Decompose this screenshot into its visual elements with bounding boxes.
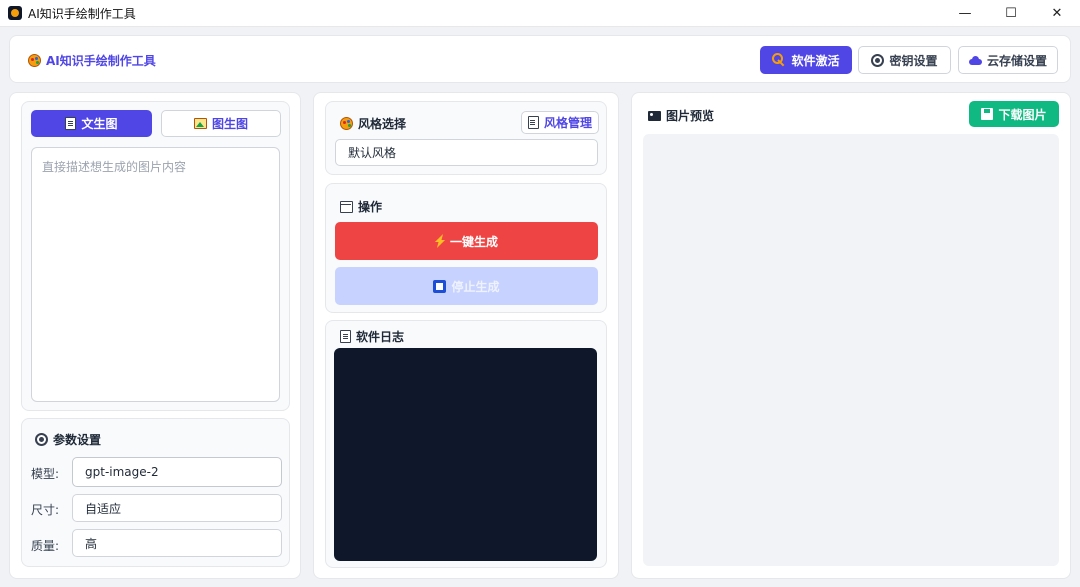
style-title: 风格选择 xyxy=(340,115,406,132)
model-select[interactable]: gpt-image-2 xyxy=(72,457,282,487)
header-title: AI知识手绘制作工具 xyxy=(28,52,156,69)
minimize-button[interactable]: — xyxy=(942,0,988,27)
key-icon xyxy=(772,53,786,67)
prompt-input[interactable] xyxy=(31,147,280,402)
style-title-text: 风格选择 xyxy=(358,117,407,131)
palette-icon xyxy=(340,117,353,130)
log-output[interactable] xyxy=(334,348,597,561)
document-icon xyxy=(527,116,539,129)
stop-icon xyxy=(433,279,447,293)
cloud-settings-button[interactable]: 云存储设置 xyxy=(958,46,1058,74)
title-bar: AI知识手绘制作工具 — ☐ ✕ xyxy=(0,0,1080,27)
tab-text-to-image-label: 文生图 xyxy=(81,117,118,131)
params-title: 参数设置 xyxy=(35,431,101,448)
activate-button[interactable]: 软件激活 xyxy=(760,46,852,74)
clapperboard-icon xyxy=(340,200,353,213)
quality-select[interactable]: 高 xyxy=(72,529,282,557)
size-label: 尺寸: xyxy=(31,503,60,517)
tab-text-to-image[interactable]: 文生图 xyxy=(31,110,152,137)
style-value: 默认风格 xyxy=(348,146,397,160)
activate-button-label: 软件激活 xyxy=(791,53,840,68)
palette-icon xyxy=(28,54,41,67)
style-manage-button-label: 风格管理 xyxy=(543,116,592,130)
maximize-button[interactable]: ☐ xyxy=(988,0,1034,27)
generate-button-label: 一键生成 xyxy=(449,234,498,249)
ops-title: 操作 xyxy=(340,198,382,215)
image-icon xyxy=(648,110,661,121)
header-bar: AI知识手绘制作工具 软件激活 密钥设置 云存储设置 xyxy=(9,35,1071,83)
download-button-label: 下载图片 xyxy=(998,107,1047,122)
header-title-text: AI知识手绘制作工具 xyxy=(46,54,156,68)
generate-button[interactable]: 一键生成 xyxy=(335,222,598,260)
params-section: 参数设置 模型: gpt-image-2 尺寸: 自适应 质量: 高 xyxy=(21,418,290,567)
preview-title-text: 图片预览 xyxy=(666,109,715,123)
middle-panel: 风格选择 风格管理 默认风格 操作 一键生成 停止生成 软件日志 xyxy=(313,92,619,579)
style-select[interactable]: 默认风格 xyxy=(335,139,598,166)
model-value: gpt-image-2 xyxy=(85,465,159,479)
style-manage-button[interactable]: 风格管理 xyxy=(521,111,599,134)
image-preview xyxy=(643,134,1059,566)
key-settings-button[interactable]: 密钥设置 xyxy=(858,46,951,74)
lightning-icon xyxy=(435,234,445,248)
model-label: 模型: xyxy=(31,467,60,481)
cloud-icon xyxy=(968,55,982,65)
tab-image-to-image-label: 图生图 xyxy=(211,117,248,131)
ops-title-text: 操作 xyxy=(358,200,383,214)
gear-icon xyxy=(35,433,48,446)
document-icon xyxy=(340,330,351,343)
gear-icon xyxy=(871,53,885,67)
picture-icon xyxy=(193,118,207,129)
quality-label: 质量: xyxy=(31,539,60,553)
app-icon xyxy=(8,6,22,20)
left-panel: 文生图 图生图 参数设置 模型: gpt-image-2 尺寸: 自适应 质量: xyxy=(9,92,301,579)
app-body: AI知识手绘制作工具 软件激活 密钥设置 云存储设置 文生图 图生图 直接描述想… xyxy=(0,27,1080,587)
log-title: 软件日志 xyxy=(340,328,404,345)
style-section: 风格选择 风格管理 默认风格 xyxy=(325,101,607,175)
right-panel: 图片预览 下载图片 xyxy=(631,92,1071,579)
log-section: 软件日志 xyxy=(325,320,607,568)
floppy-disk-icon xyxy=(981,108,994,120)
stop-button-label: 停止生成 xyxy=(451,279,500,294)
params-title-text: 参数设置 xyxy=(53,433,102,447)
size-select[interactable]: 自适应 xyxy=(72,494,282,522)
download-button[interactable]: 下载图片 xyxy=(969,101,1059,127)
close-button[interactable]: ✕ xyxy=(1034,0,1080,27)
tab-image-to-image[interactable]: 图生图 xyxy=(161,110,281,137)
window-controls: — ☐ ✕ xyxy=(942,0,1080,27)
quality-value: 高 xyxy=(85,536,98,551)
log-title-text: 软件日志 xyxy=(356,330,405,344)
preview-title: 图片预览 xyxy=(648,107,714,124)
key-settings-button-label: 密钥设置 xyxy=(889,53,938,68)
ops-section: 操作 一键生成 停止生成 xyxy=(325,183,607,313)
prompt-section: 文生图 图生图 xyxy=(21,101,290,411)
size-value: 自适应 xyxy=(85,501,122,516)
window-title: AI知识手绘制作工具 xyxy=(28,6,136,21)
document-icon xyxy=(65,117,77,130)
cloud-settings-button-label: 云存储设置 xyxy=(986,53,1047,68)
stop-button[interactable]: 停止生成 xyxy=(335,267,598,305)
